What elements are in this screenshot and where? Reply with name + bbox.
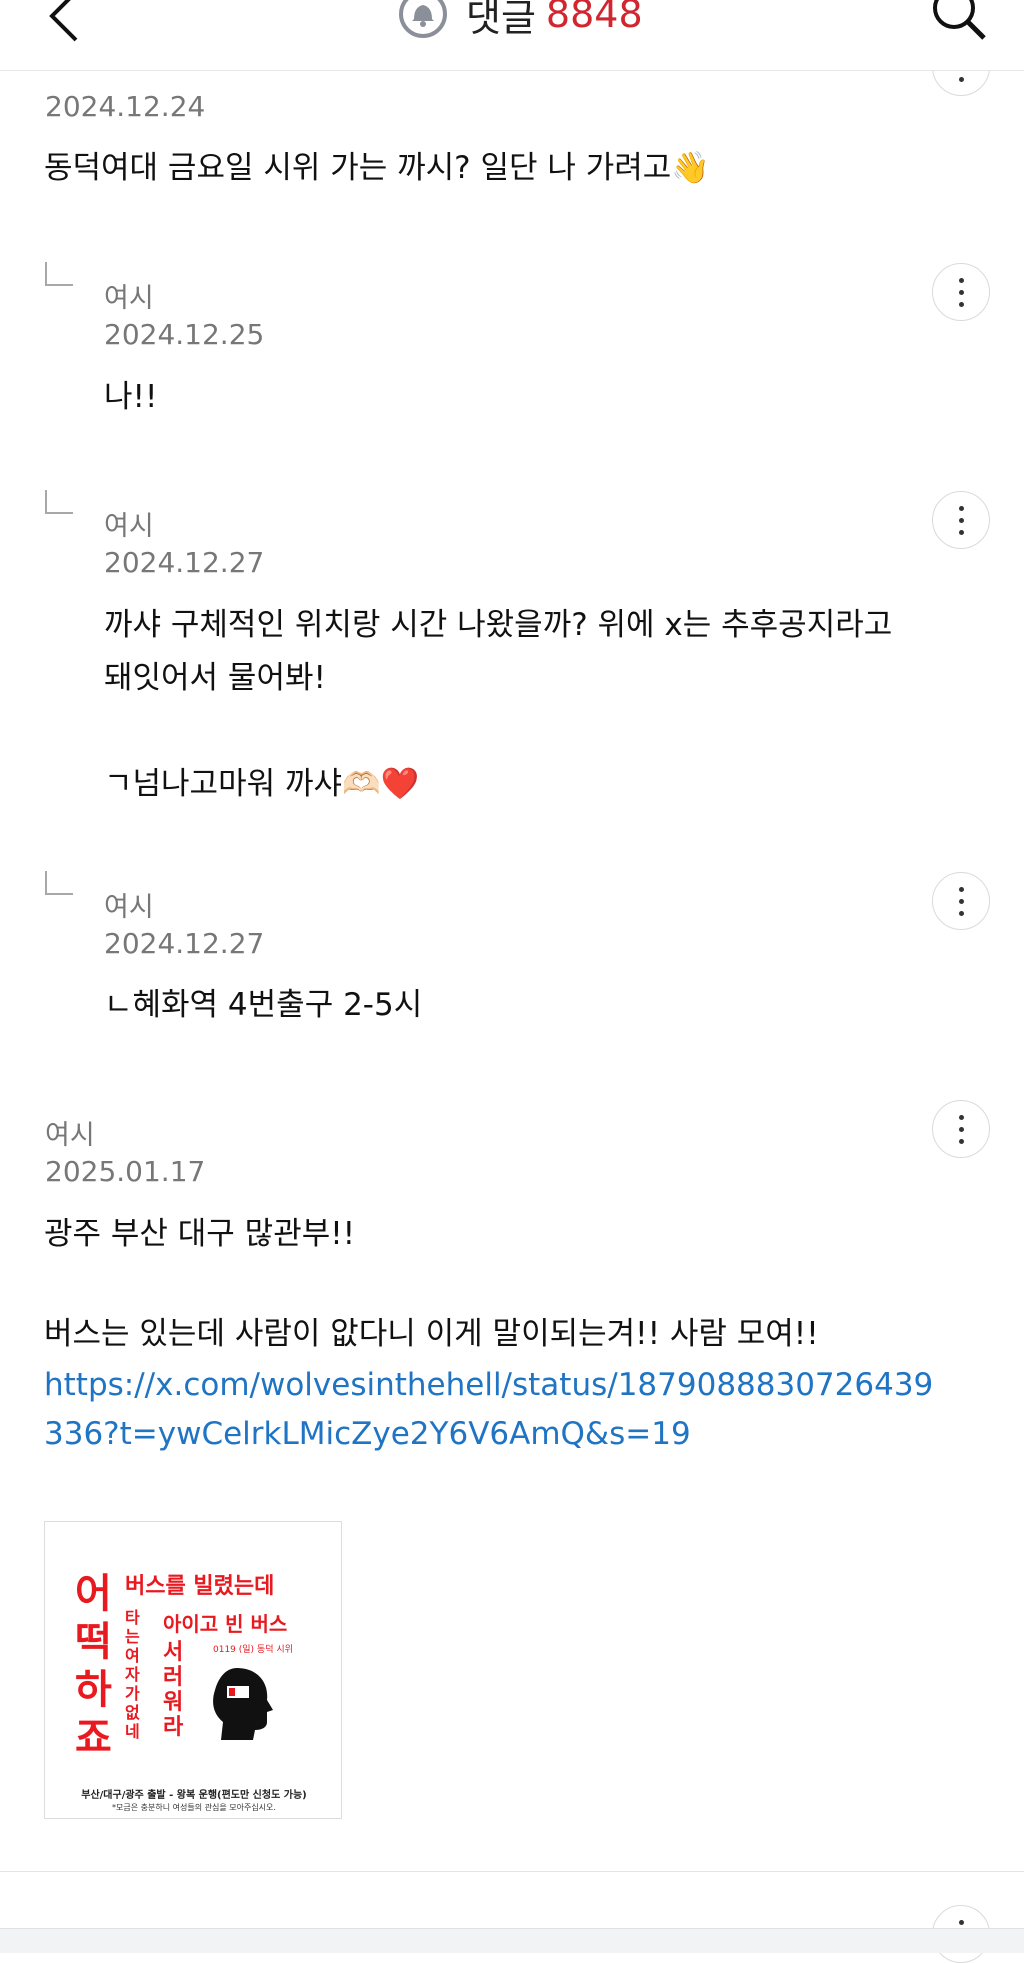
bell-icon[interactable] [398,0,448,39]
reply-item: 여시 2024.12.25 나!! [0,228,1024,457]
dot-icon [959,1920,964,1925]
comment-author: 여시 [104,511,154,542]
reply-indicator-icon [45,490,73,514]
comment-date: 2024.12.24 [45,90,206,123]
comment-date: 2024.12.27 [104,927,265,960]
poster-text: 아이고 빈 버스 [163,1612,288,1636]
comment-date: 2024.12.25 [104,318,265,351]
top-app-bar: 댓글 8848 [0,0,1024,71]
status-link[interactable]: https://x.com/wolvesinthehell/status/187… [44,1361,944,1459]
dot-icon [959,1115,964,1120]
reply-item: 여시 2024.12.27 ㄴ혜화역 4번출구 2-5시 [0,837,1024,1066]
comment-body: 광주 부산 대구 많관부!! 버스는 있는데 사람이 앖다니 이게 말이되는겨!… [44,1216,819,1352]
more-options-button[interactable] [932,263,990,321]
comment-body: 나!! [104,379,158,415]
dot-icon [959,506,964,511]
dot-icon [959,518,964,523]
more-options-button[interactable] [932,872,990,930]
reply-indicator-icon [45,871,73,895]
dot-icon [959,278,964,283]
comment-count: 8848 [545,0,643,36]
bottom-bar [0,1928,1024,1953]
header-title-group: 댓글 8848 [398,0,643,44]
dot-icon [959,887,964,892]
poster-text: 서러워라 [163,1640,184,1740]
search-icon[interactable] [928,0,990,44]
comment-author: 여시 [104,892,154,923]
dot-icon [959,911,964,916]
dot-icon [959,77,964,82]
poster-text: 0119 (일) 동덕 시위 [213,1645,293,1655]
poster-footer: 부산/대구/광주 출발 - 왕복 운행(편도만 신청도 가능) [81,1790,307,1801]
dot-icon [959,302,964,307]
comment-body: 까샤 구체적인 위치랑 시간 나왔을까? 위에 x는 추후공지라고 돼잇어서 물… [104,607,893,802]
dot-icon [959,1139,964,1144]
comment-author: 여시 [104,283,154,314]
reply-item: 여시 2024.12.27 까샤 구체적인 위치랑 시간 나왔을까? 위에 x는… [0,456,1024,838]
reply-indicator-icon [45,262,73,286]
comment-body: 동덕여대 금요일 시위 가는 까시? 일단 나 가려고👋 [44,150,710,186]
poster-text: 버스를 빌렸는데 [125,1574,275,1599]
more-options-button[interactable] [932,1100,990,1158]
comment-author: 여시 [45,1120,95,1151]
dot-icon [959,1127,964,1132]
page-title: 댓글 [466,0,536,40]
comment-date: 2025.01.17 [45,1155,206,1188]
poster-headline: 어떡하죠 [75,1571,112,1761]
comment-body: ㄴ혜화역 4번출구 2-5시 [104,987,423,1023]
head-silhouette-icon [213,1668,273,1740]
poster-footer-note: *모금은 충분하니 여성들의 관심을 모아주십시오. [112,1803,276,1812]
more-options-button[interactable] [932,491,990,549]
dot-icon [959,899,964,904]
poster-image[interactable]: 어떡하죠 버스를 빌렸는데 타는 여자가 없네 아이고 빈 버스 0119 (일… [44,1521,342,1819]
comment-date: 2024.12.27 [104,546,265,579]
back-arrow-icon[interactable] [40,0,96,42]
dot-icon [959,290,964,295]
poster-text: 타는 여자가 없네 [125,1608,140,1741]
dot-icon [959,530,964,535]
